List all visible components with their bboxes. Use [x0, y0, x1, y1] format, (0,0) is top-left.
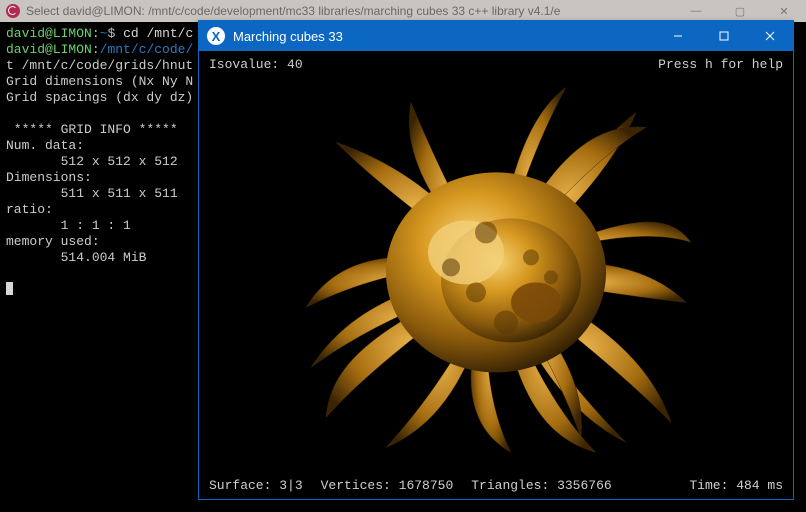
triangles-label: Triangles: [471, 478, 557, 493]
triangles-value: 3356766 [557, 478, 612, 493]
mc-window-title: Marching cubes 33 [233, 29, 343, 44]
surface-label: Surface: [209, 478, 279, 493]
debian-icon [6, 4, 20, 18]
mc-minimize-button[interactable] [655, 21, 701, 51]
time-label: Time: [689, 478, 736, 493]
surface-readout: Surface: 3|3 [209, 478, 303, 493]
mc-overlay-top: Isovalue: 40 Press h for help [209, 57, 783, 72]
mc-close-button[interactable] [747, 21, 793, 51]
terminal-maximize-button[interactable]: ▢ [718, 0, 762, 22]
time-readout: Time: 484 ms [689, 478, 783, 493]
surface-value: 3|3 [279, 478, 302, 493]
terminal-cursor [6, 282, 13, 295]
vertices-label: Vertices: [321, 478, 399, 493]
terminal-title: Select david@LIMON: /mnt/c/code/developm… [26, 4, 560, 18]
isovalue-value: 40 [287, 57, 303, 72]
time-value: 484 ms [736, 478, 783, 493]
isovalue-readout: Isovalue: 40 [209, 57, 303, 72]
marching-cubes-window: X Marching cubes 33 Isovalue: 40 Press h… [198, 20, 794, 500]
prompt-user: david@LIMON [6, 42, 92, 57]
terminal-window-controls: — ▢ ✕ [674, 0, 806, 22]
prompt-command: cd /mnt/c [123, 26, 193, 41]
vertices-value: 1678750 [399, 478, 454, 493]
terminal-close-button[interactable]: ✕ [762, 0, 806, 22]
terminal-minimize-button[interactable]: — [674, 0, 718, 22]
x11-icon: X [207, 27, 225, 45]
mc-window-controls [655, 21, 793, 51]
help-hint: Press h for help [658, 57, 783, 72]
rendered-surface [286, 77, 706, 457]
mc-maximize-button[interactable] [701, 21, 747, 51]
mc-titlebar[interactable]: X Marching cubes 33 [199, 21, 793, 51]
mc-viewport[interactable]: Isovalue: 40 Press h for help [199, 51, 793, 499]
triangles-readout: Triangles: 3356766 [471, 478, 611, 493]
prompt-user: david@LIMON [6, 26, 92, 41]
isovalue-label: Isovalue: [209, 57, 287, 72]
prompt-path: /mnt/c/code/ [100, 42, 194, 57]
mc-overlay-bottom: Surface: 3|3 Vertices: 1678750 Triangles… [209, 478, 783, 493]
vertices-readout: Vertices: 1678750 [321, 478, 454, 493]
terminal-titlebar[interactable]: Select david@LIMON: /mnt/c/code/developm… [0, 0, 806, 22]
